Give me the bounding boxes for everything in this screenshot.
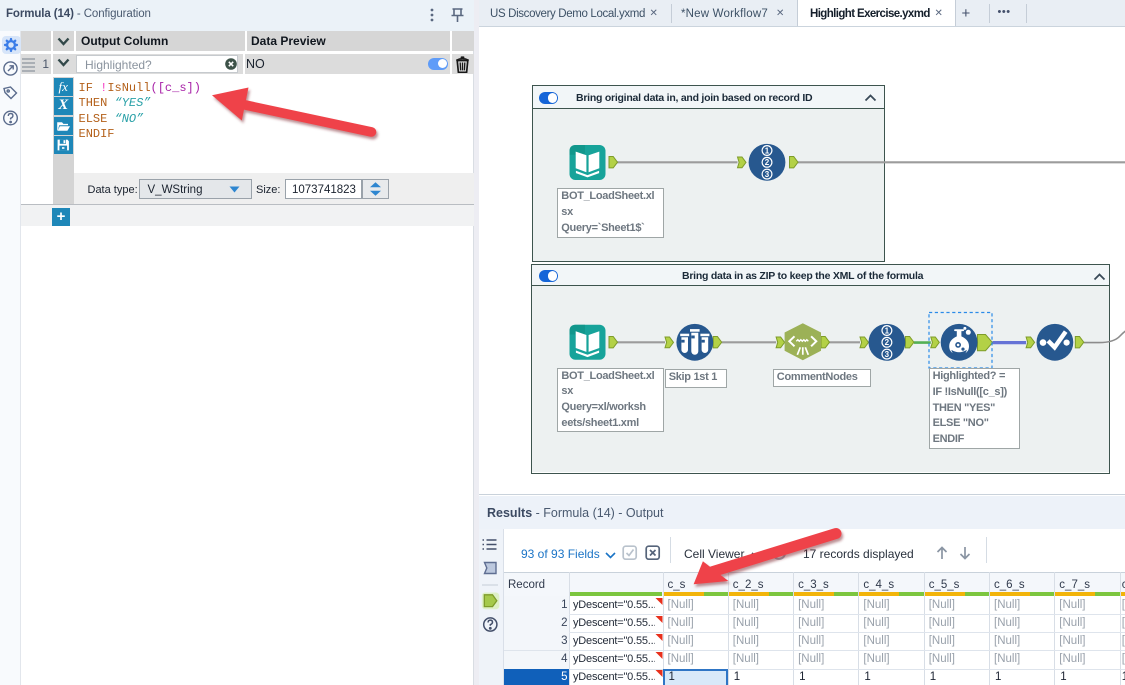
svg-text:2: 2 [764, 158, 769, 167]
svg-text:1: 1 [764, 146, 769, 155]
svg-text:3: 3 [764, 170, 769, 179]
